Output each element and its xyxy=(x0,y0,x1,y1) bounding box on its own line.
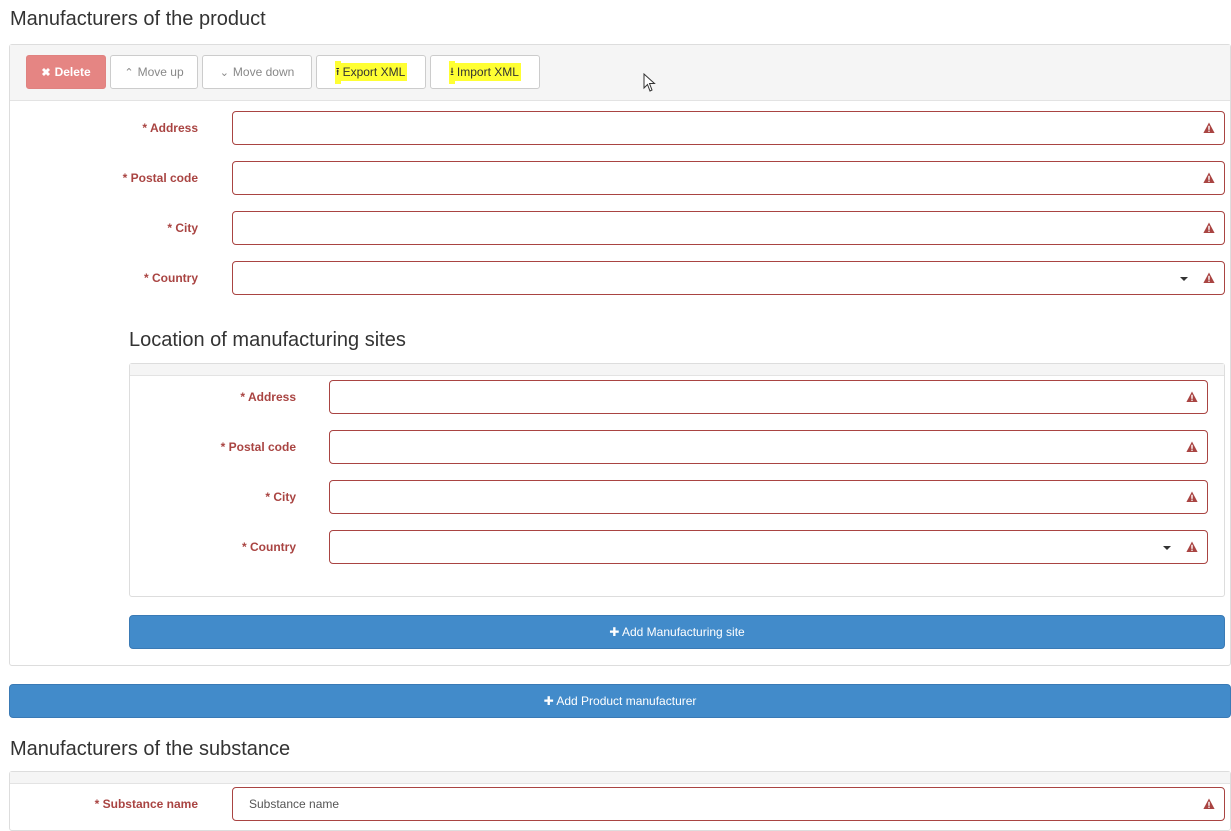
product-city-row: * City xyxy=(0,211,1225,245)
times-icon: ✖ xyxy=(41,66,51,79)
site-country-label: * Country xyxy=(242,540,296,554)
substance-panel-head xyxy=(10,772,1230,784)
move-down-label: Move down xyxy=(232,65,295,79)
product-address-row: * Address xyxy=(0,111,1225,145)
add-site-label: Add Manufacturing site xyxy=(621,625,745,639)
site-city-row: * City xyxy=(129,480,1208,514)
caret-down-icon xyxy=(1180,277,1188,281)
move-up-label: Move up xyxy=(137,65,184,79)
site-panel-head xyxy=(130,364,1224,376)
site-address-label: * Address xyxy=(240,390,296,404)
product-country-select[interactable] xyxy=(232,261,1225,295)
site-postalcode-input[interactable] xyxy=(329,430,1208,464)
warning-icon xyxy=(1186,391,1198,402)
delete-button[interactable]: ✖ Delete xyxy=(26,55,106,89)
product-city-input[interactable] xyxy=(232,211,1225,245)
mouse-cursor xyxy=(643,73,656,92)
product-postalcode-input[interactable] xyxy=(232,161,1225,195)
substance-name-label: * Substance name xyxy=(94,797,198,811)
site-country-select[interactable] xyxy=(329,530,1208,564)
product-country-row: * Country xyxy=(0,261,1225,295)
warning-icon xyxy=(1203,222,1215,233)
chevron-down-icon: ⌄ xyxy=(219,66,229,79)
warning-icon xyxy=(1203,172,1215,183)
chevron-up-icon: ⌃ xyxy=(124,66,134,79)
plus-icon: ✚ xyxy=(609,625,620,639)
product-section-title: Manufacturers of the product xyxy=(10,8,266,30)
delete-label: Delete xyxy=(54,65,91,79)
site-address-input[interactable] xyxy=(329,380,1208,414)
plus-icon: ✚ xyxy=(543,694,554,708)
caret-down-icon xyxy=(1163,546,1171,550)
site-country-row: * Country xyxy=(129,530,1208,564)
warning-icon xyxy=(1186,491,1198,502)
warning-icon xyxy=(1186,441,1198,452)
warning-icon xyxy=(1203,272,1215,283)
move-down-button[interactable]: ⌄ Move down xyxy=(202,55,312,89)
add-product-manufacturer-button[interactable]: ✚ Add Product manufacturer xyxy=(9,684,1231,718)
product-address-input[interactable] xyxy=(232,111,1225,145)
warning-icon xyxy=(1203,122,1215,133)
product-city-label: * City xyxy=(167,221,198,235)
add-manufacturing-site-button[interactable]: ✚ Add Manufacturing site xyxy=(129,615,1225,649)
site-postalcode-row: * Postal code xyxy=(129,430,1208,464)
add-manufacturer-label: Add Product manufacturer xyxy=(556,694,697,708)
product-address-label: * Address xyxy=(142,121,198,135)
product-postalcode-label: * Postal code xyxy=(122,171,198,185)
product-country-label: * Country xyxy=(144,271,198,285)
site-city-input[interactable] xyxy=(329,480,1208,514)
import-label: Import XML xyxy=(454,63,521,81)
site-postalcode-label: * Postal code xyxy=(220,440,296,454)
sites-section-title: Location of manufacturing sites xyxy=(129,329,406,351)
export-label: Export XML xyxy=(340,63,408,81)
move-up-button[interactable]: ⌃ Move up xyxy=(110,55,198,89)
warning-icon xyxy=(1186,541,1198,552)
site-city-label: * City xyxy=(265,490,296,504)
export-xml-button[interactable]: ⭱ Export XML xyxy=(316,55,426,89)
product-postalcode-row: * Postal code xyxy=(0,161,1225,195)
warning-icon xyxy=(1203,798,1215,809)
substance-section-title: Manufacturers of the substance xyxy=(10,738,291,760)
import-xml-button[interactable]: ⭳ Import XML xyxy=(430,55,540,89)
substance-name-input[interactable]: Substance name xyxy=(232,787,1225,821)
toolbar: ✖ Delete ⌃ Move up ⌄ Move down ⭱ Export … xyxy=(26,55,540,89)
substance-name-row: * Substance name Substance name xyxy=(9,787,1225,821)
site-address-row: * Address xyxy=(129,380,1208,414)
